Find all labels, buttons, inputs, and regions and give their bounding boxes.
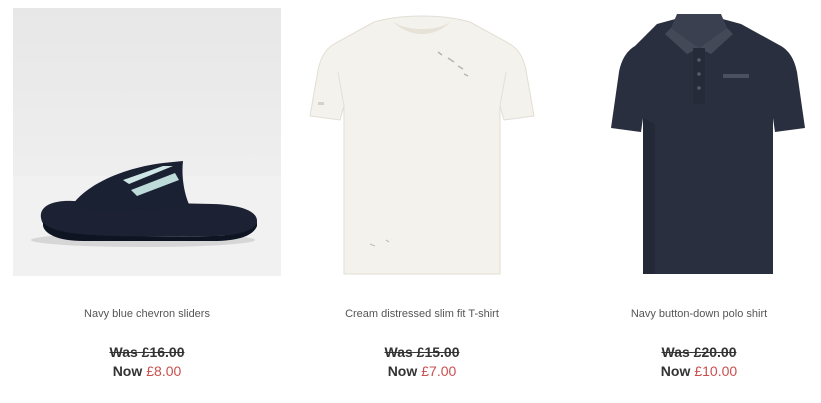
now-label: Now — [387, 363, 418, 379]
tshirt-image — [288, 8, 556, 276]
now-price: Now £10.00 — [565, 363, 821, 379]
was-price: Was £15.00 — [288, 344, 556, 360]
sliders-image — [13, 8, 281, 276]
product-card-sliders[interactable]: Navy blue chevron sliders Was £16.00 Now… — [13, 0, 289, 403]
product-image-sliders[interactable] — [13, 8, 281, 276]
now-label: Now — [660, 363, 691, 379]
was-price: Was £16.00 — [13, 344, 281, 360]
was-price-value: £16.00 — [141, 344, 185, 360]
now-price-value: £7.00 — [421, 363, 457, 379]
now-label: Now — [112, 363, 143, 379]
product-card-tshirt[interactable]: Cream distressed slim fit T-shirt Was £1… — [288, 0, 564, 403]
polo-image — [565, 8, 821, 276]
was-price-value: £15.00 — [416, 344, 460, 360]
product-card-polo[interactable]: Navy button-down polo shirt Was £20.00 N… — [565, 0, 821, 403]
product-name[interactable]: Navy button-down polo shirt — [565, 308, 821, 320]
now-price: Now £7.00 — [288, 363, 556, 379]
now-price-value: £8.00 — [146, 363, 182, 379]
was-price-value: £20.00 — [693, 344, 737, 360]
product-name[interactable]: Cream distressed slim fit T-shirt — [288, 308, 556, 320]
product-image-polo[interactable] — [565, 8, 821, 276]
now-price: Now £8.00 — [13, 363, 281, 379]
was-label: Was — [109, 344, 138, 360]
product-name[interactable]: Navy blue chevron sliders — [13, 308, 281, 320]
product-image-tshirt[interactable] — [288, 8, 556, 276]
was-price: Was £20.00 — [565, 344, 821, 360]
was-label: Was — [384, 344, 413, 360]
now-price-value: £10.00 — [694, 363, 738, 379]
was-label: Was — [661, 344, 690, 360]
